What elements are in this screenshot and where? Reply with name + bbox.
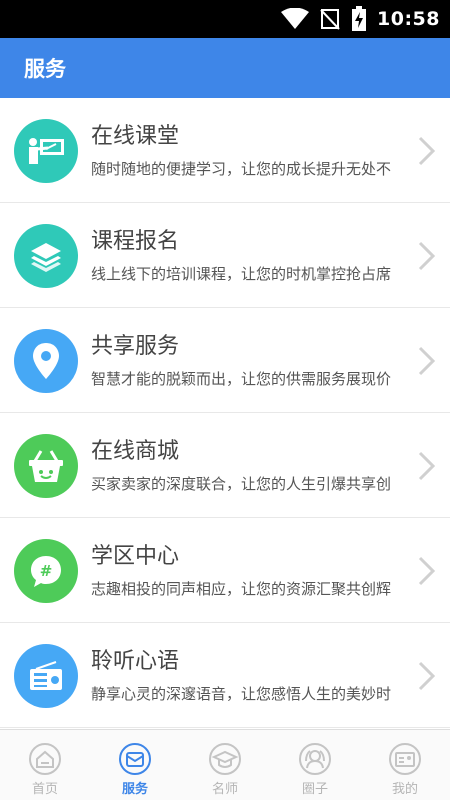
service-title: 学区中心	[91, 544, 180, 569]
chevron-right-icon	[418, 346, 436, 376]
profile-card-icon	[389, 743, 421, 775]
service-description: 智慧才能的脱颖而出，让您的供需服务展现价	[91, 370, 392, 388]
service-title: 共享服务	[91, 334, 180, 359]
status-time: 10:58	[377, 8, 440, 30]
page-title: 服务	[24, 57, 66, 81]
service-list: 在线课堂 随时随地的便捷学习，让您的成长提升无处不 课程报名 线上线下的培训课程…	[0, 98, 450, 728]
service-description: 随时随地的便捷学习，让您的成长提升无处不	[91, 160, 392, 178]
tab-circle[interactable]: 圈子	[270, 730, 360, 800]
service-row-online-class[interactable]: 在线课堂 随时随地的便捷学习，让您的成长提升无处不	[0, 98, 450, 203]
radio-icon	[14, 644, 78, 708]
service-icon	[119, 743, 151, 775]
chevron-right-icon	[418, 556, 436, 586]
circle-people-icon	[299, 743, 331, 775]
chat-hash-icon: #	[14, 539, 78, 603]
svg-text:#: #	[40, 562, 53, 580]
status-bar: 10:58	[0, 0, 450, 38]
status-icons: 10:58	[281, 0, 440, 38]
teacher-board-icon	[14, 119, 78, 183]
service-title: 课程报名	[91, 229, 180, 254]
wifi-icon	[281, 8, 310, 29]
layers-icon	[14, 224, 78, 288]
tab-label: 首页	[31, 782, 58, 797]
tab-label: 服务	[121, 782, 148, 797]
tab-home[interactable]: 首页	[0, 730, 90, 800]
chevron-right-icon	[418, 661, 436, 691]
service-description: 志趣相投的同声相应，让您的资源汇聚共创辉	[91, 580, 392, 598]
tab-service[interactable]: 服务	[90, 730, 180, 800]
location-pin-icon	[14, 329, 78, 393]
tab-label: 圈子	[301, 782, 328, 797]
bottom-tab-bar: 首页 服务 名师 圈子 我的	[0, 729, 450, 800]
service-title: 在线课堂	[91, 124, 180, 149]
chevron-right-icon	[418, 136, 436, 166]
service-title: 聆听心语	[91, 649, 180, 674]
tab-teachers[interactable]: 名师	[180, 730, 270, 800]
tab-mine[interactable]: 我的	[360, 730, 450, 800]
battery-charging-icon	[352, 6, 367, 31]
service-row-online-mall[interactable]: 在线商城 买家卖家的深度联合，让您的人生引爆共享创	[0, 413, 450, 518]
service-row-course-signup[interactable]: 课程报名 线上线下的培训课程，让您的时机掌控抢占席	[0, 203, 450, 308]
home-icon	[29, 743, 61, 775]
graduation-cap-icon	[209, 743, 241, 775]
tab-label: 我的	[391, 782, 418, 797]
service-description: 买家卖家的深度联合，让您的人生引爆共享创	[91, 475, 392, 493]
service-row-listen-heart[interactable]: 聆听心语 静享心灵的深邃语音，让您感悟人生的美妙时	[0, 623, 450, 728]
tab-label: 名师	[211, 782, 238, 797]
shopping-basket-icon	[14, 434, 78, 498]
service-row-school-center[interactable]: # 学区中心 志趣相投的同声相应，让您的资源汇聚共创辉	[0, 518, 450, 623]
service-description: 静享心灵的深邃语音，让您感悟人生的美妙时	[91, 685, 392, 703]
service-row-shared-service[interactable]: 共享服务 智慧才能的脱颖而出，让您的供需服务展现价	[0, 308, 450, 413]
service-description: 线上线下的培训课程，让您的时机掌控抢占席	[91, 265, 392, 283]
no-signal-icon	[320, 9, 340, 30]
service-title: 在线商城	[91, 439, 180, 464]
app-bar: 服务	[0, 38, 450, 98]
chevron-right-icon	[418, 241, 436, 271]
chevron-right-icon	[418, 451, 436, 481]
